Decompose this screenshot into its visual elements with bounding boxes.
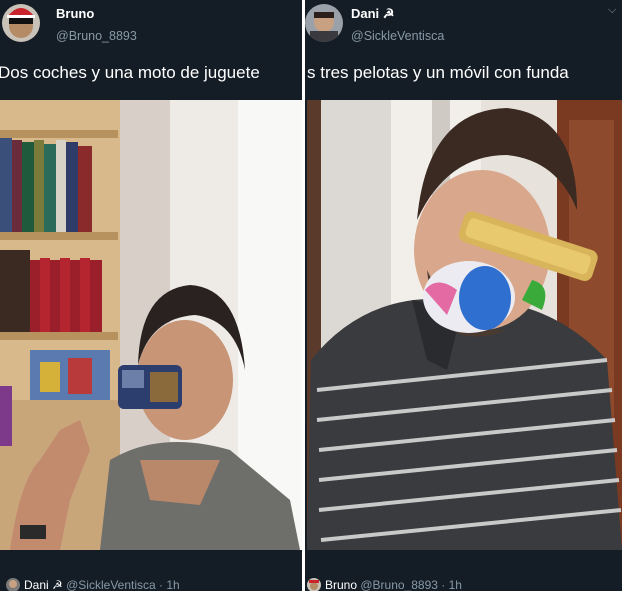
tweet-panel-left: Bruno @Bruno_8893 Dos coches y una moto … [0, 0, 302, 591]
display-name[interactable]: Dani ☭ [351, 6, 394, 22]
reply-handle: @Bruno_8893 [360, 578, 438, 591]
reply-preview[interactable]: Dani ☭ @SickleVentisca · 1h [6, 578, 180, 591]
reply-name: Bruno [325, 578, 358, 591]
user-handle[interactable]: @Bruno_8893 [56, 29, 137, 43]
avatar [6, 578, 20, 591]
avatar[interactable] [2, 4, 40, 42]
user-handle[interactable]: @SickleVentisca [351, 29, 444, 43]
tweet-text: Dos coches y una moto de juguete [0, 63, 260, 82]
avatar [307, 578, 321, 591]
tweet-panel-right: Dani ☭ @SickleVentisca ⌵ s tres pelotas … [305, 0, 622, 591]
reply-preview[interactable]: Bruno @Bruno_8893 · 1h [307, 578, 462, 591]
reply-handle: @SickleVentisca [66, 578, 156, 591]
tweet-text: s tres pelotas y un móvil con funda [307, 63, 569, 82]
avatar[interactable] [305, 4, 343, 42]
reply-name: Dani ☭ [24, 578, 63, 591]
tweet-photo[interactable] [0, 100, 302, 550]
tweet-photo[interactable] [307, 100, 622, 550]
display-name[interactable]: Bruno [56, 6, 94, 21]
chevron-down-icon[interactable]: ⌵ [608, 4, 616, 17]
reply-time: 1h [448, 578, 462, 591]
reply-time: 1h [166, 578, 180, 591]
